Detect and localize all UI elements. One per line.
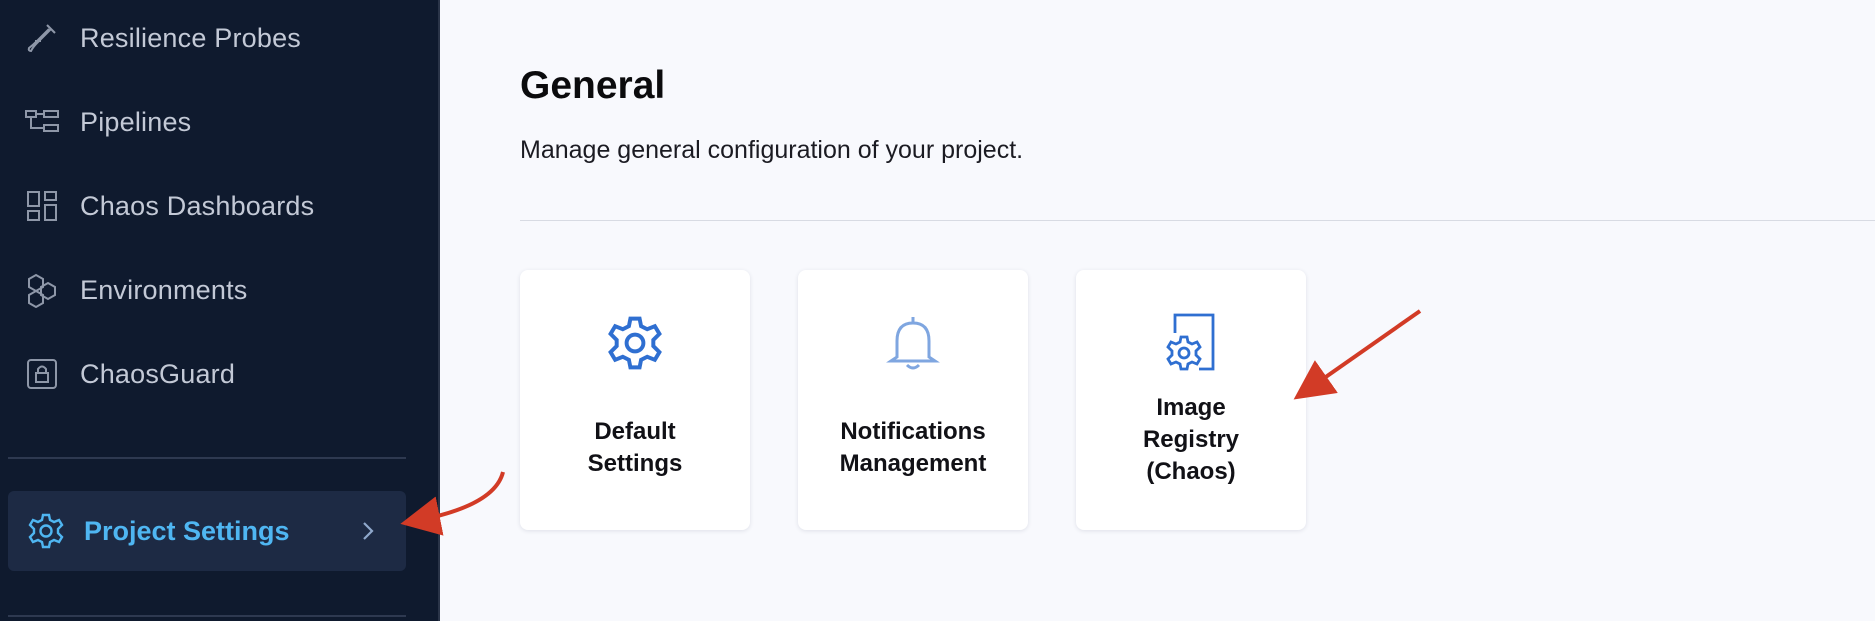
gear-icon xyxy=(600,308,670,378)
sidebar-item-resilience-probes[interactable]: Resilience Probes xyxy=(24,14,301,62)
section-divider xyxy=(520,220,1875,221)
hexagons-icon xyxy=(24,272,60,308)
card-notifications-management[interactable]: Notifications Management xyxy=(798,270,1028,530)
card-label: Default Settings xyxy=(587,418,683,477)
chevron-right-icon xyxy=(356,519,380,543)
sidebar: Resilience Probes Pipelines Chaos Dashbo… xyxy=(0,0,440,621)
sidebar-item-pipelines[interactable]: Pipelines xyxy=(24,98,191,146)
gear-icon xyxy=(26,511,66,551)
page-title: General xyxy=(520,64,666,107)
card-default-settings[interactable]: Default Settings xyxy=(520,270,750,530)
sidebar-item-label: Resilience Probes xyxy=(80,22,302,53)
sidebar-item-project-settings[interactable]: Project Settings xyxy=(8,491,406,571)
card-image-registry-chaos[interactable]: Image Registry (Chaos) xyxy=(1076,270,1306,530)
dashboard-icon xyxy=(24,188,60,224)
sidebar-item-label: ChaosGuard xyxy=(80,358,236,389)
main-content: General Manage general configuration of … xyxy=(442,0,1875,621)
card-label: Image Registry (Chaos) xyxy=(1142,394,1240,485)
page-description: Manage general configuration of your pro… xyxy=(520,136,1024,164)
sidebar-divider xyxy=(8,457,406,459)
project-settings-label: Project Settings xyxy=(84,515,290,546)
sidebar-item-label: Chaos Dashboards xyxy=(80,190,315,221)
sidebar-item-label: Pipelines xyxy=(80,106,192,137)
lock-icon xyxy=(24,356,60,392)
sidebar-item-label: Environments xyxy=(80,274,248,305)
pipeline-icon xyxy=(24,104,60,140)
sidebar-item-chaos-dashboards[interactable]: Chaos Dashboards xyxy=(24,182,314,230)
registry-gear-icon xyxy=(1156,308,1226,378)
sidebar-item-environments[interactable]: Environments xyxy=(24,266,247,314)
card-label: Notifications Management xyxy=(839,418,987,477)
sidebar-divider xyxy=(8,615,406,617)
flask-icon xyxy=(24,20,60,56)
sidebar-item-chaosguard[interactable]: ChaosGuard xyxy=(24,350,235,398)
bell-icon xyxy=(878,308,948,378)
